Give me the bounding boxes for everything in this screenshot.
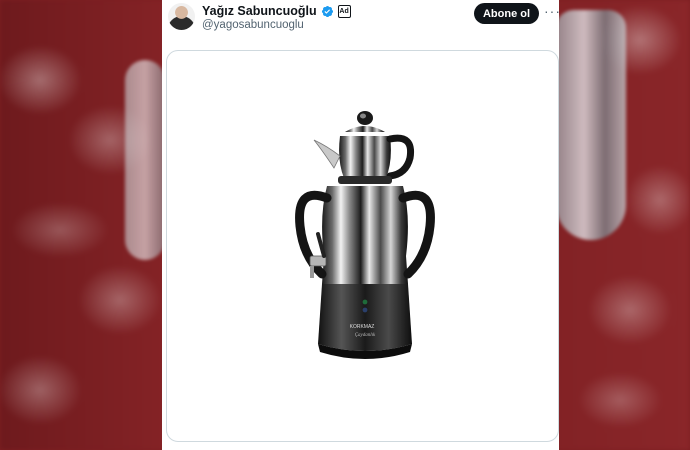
author-row: Yağız Sabuncuoğlu Ad xyxy=(202,4,351,18)
verified-badge-icon xyxy=(321,5,333,17)
background-trophy-left xyxy=(125,60,165,260)
samovar-product-image: KORKMAZ Çaydanlık xyxy=(295,111,435,359)
author-handle[interactable]: @yagosabuncuoglu xyxy=(202,19,304,31)
avatar[interactable] xyxy=(168,3,195,30)
more-horizontal-icon[interactable]: ··· xyxy=(544,4,561,18)
product-model-label: Çaydanlık xyxy=(355,333,376,338)
author-name[interactable]: Yağız Sabuncuoğlu xyxy=(202,4,317,18)
tweet-media-image[interactable]: KORKMAZ Çaydanlık xyxy=(166,50,559,442)
background-trophy-right xyxy=(556,10,626,240)
product-brand-label: KORKMAZ xyxy=(350,324,375,330)
follow-button[interactable]: Abone ol xyxy=(474,3,539,24)
tweet-card: Yağız Sabuncuoğlu Ad @yagosabuncuoglu Ab… xyxy=(162,0,561,450)
tweet-header: Yağız Sabuncuoğlu Ad @yagosabuncuoglu Ab… xyxy=(162,0,561,40)
ad-badge-icon: Ad xyxy=(337,4,351,18)
